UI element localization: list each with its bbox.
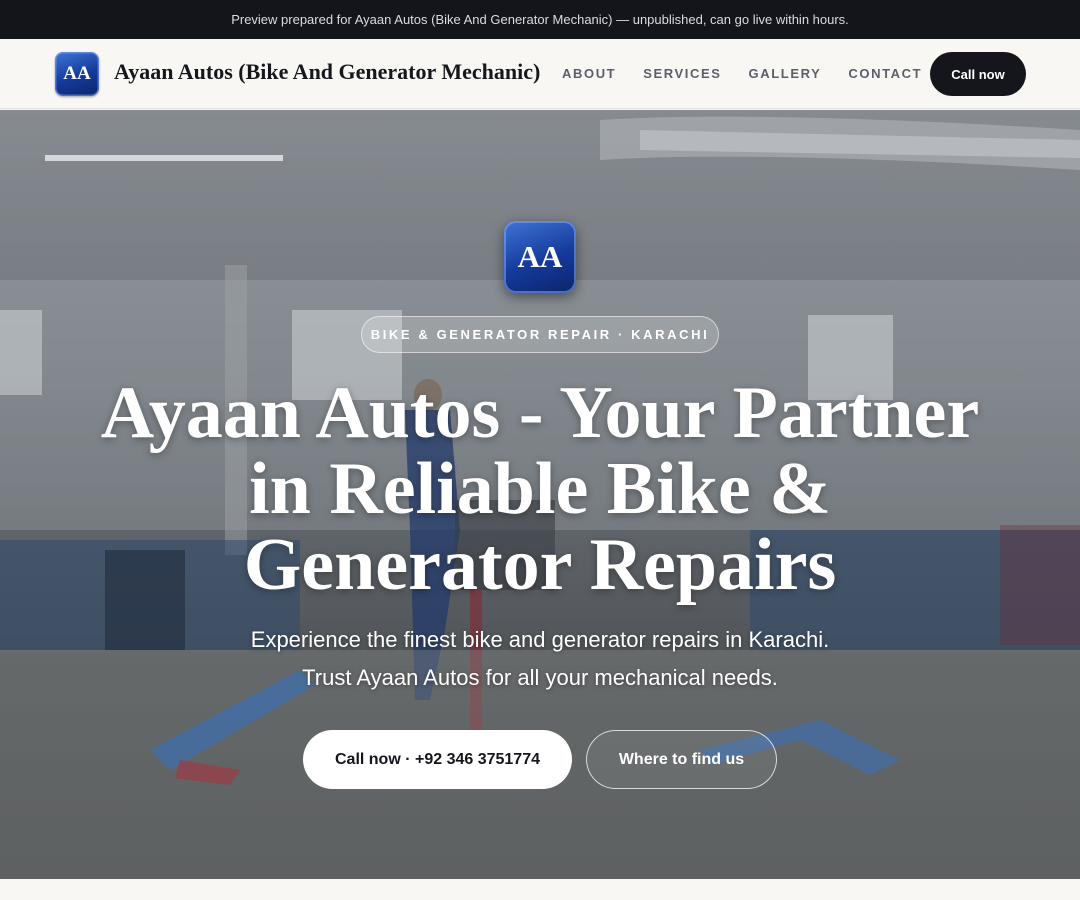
hero-eyebrow-tag: BIKE & GENERATOR REPAIR · KARACHI <box>361 316 719 353</box>
site-header: AA Ayaan Autos (Bike And Generator Mecha… <box>0 39 1080 109</box>
hero-subtext-line-2: Trust Ayaan Autos for all your mechanica… <box>302 665 778 690</box>
nav-gallery[interactable]: GALLERY <box>749 66 822 81</box>
call-now-button[interactable]: Call now · +92 346 3751774 <box>303 730 572 789</box>
preview-banner: Preview prepared for Ayaan Autos (Bike A… <box>0 0 1080 39</box>
nav-contact[interactable]: CONTACT <box>848 66 922 81</box>
hero-subtext-line-1: Experience the finest bike and generator… <box>250 627 830 652</box>
brand-logo[interactable]: AA <box>55 52 99 96</box>
nav-services[interactable]: SERVICES <box>643 66 721 81</box>
hero-section: AA BIKE & GENERATOR REPAIR · KARACHI Aya… <box>0 110 1080 879</box>
nav-about[interactable]: ABOUT <box>562 66 616 81</box>
main-nav: ABOUT SERVICES GALLERY CONTACT <box>562 66 949 81</box>
where-to-find-us-button[interactable]: Where to find us <box>586 730 777 789</box>
preview-banner-text: Preview prepared for Ayaan Autos (Bike A… <box>231 12 849 27</box>
hero-logo: AA <box>504 221 576 293</box>
hero-headline: Ayaan Autos - Your Partner in Reliable B… <box>100 372 980 606</box>
brand-name[interactable]: Ayaan Autos (Bike And Generator Mechanic… <box>114 59 540 85</box>
header-call-button[interactable]: Call now <box>930 52 1026 96</box>
next-section-edge <box>0 879 1080 900</box>
